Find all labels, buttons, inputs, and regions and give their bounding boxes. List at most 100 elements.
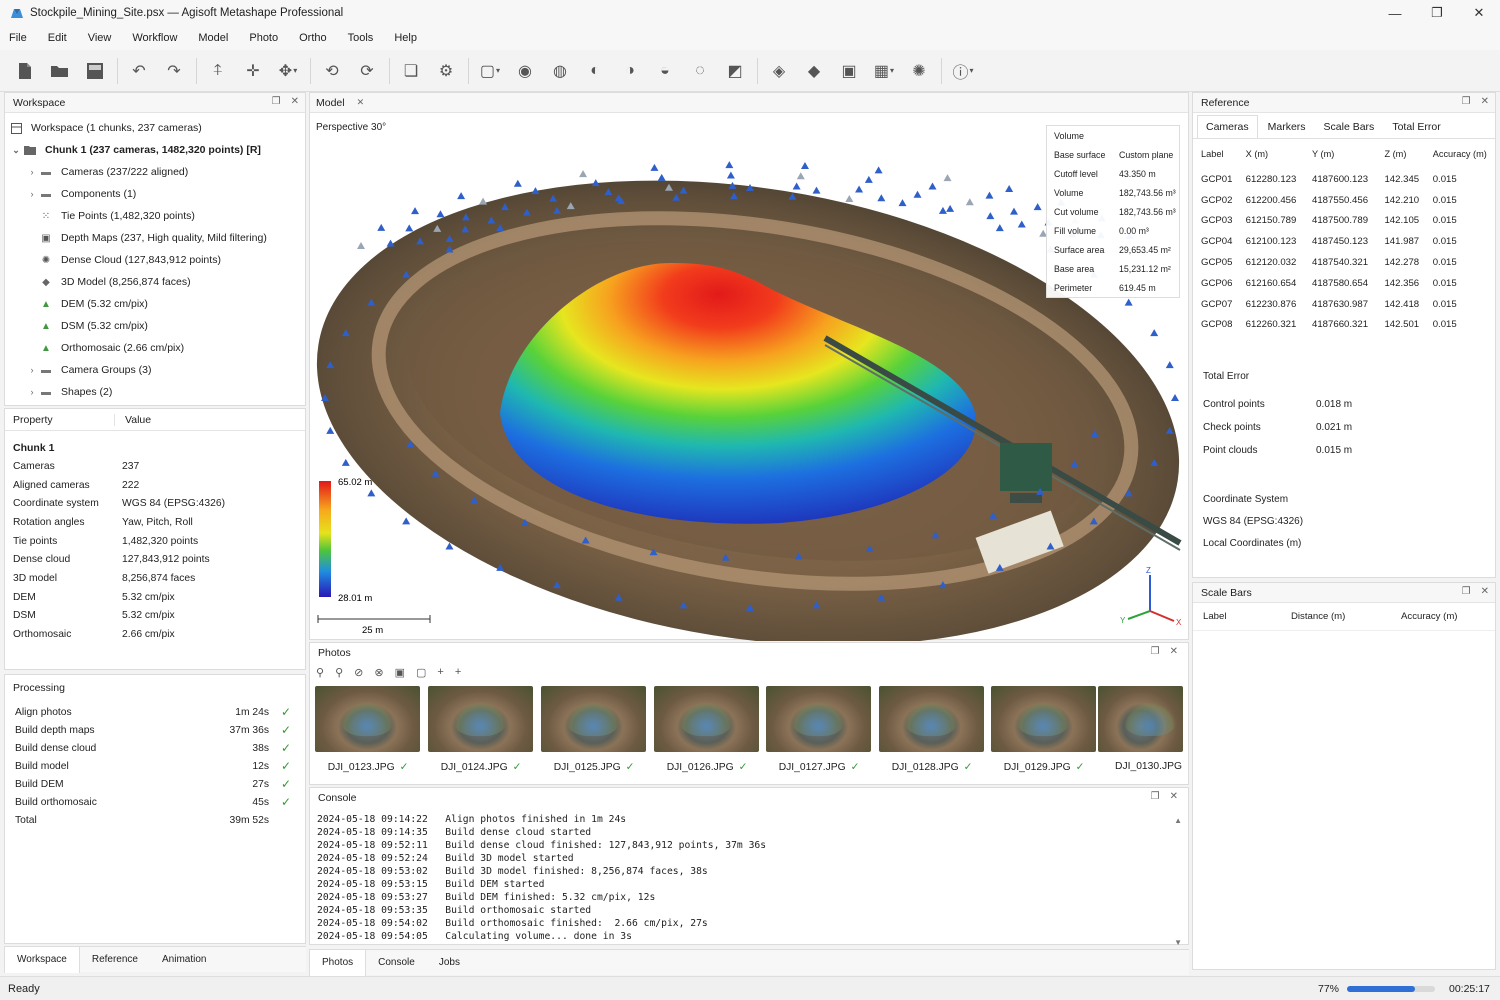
float-panel-icon[interactable]: ❐ [272,96,281,107]
minimize-button[interactable]: — [1374,0,1416,26]
ruler-icon[interactable]: ◩ [722,58,748,84]
tab-console[interactable]: Console [366,957,427,968]
tab-photos[interactable]: Photos [309,949,367,976]
menu-tools[interactable]: Tools [348,32,374,44]
reference-row[interactable]: GCP02 612200.456 4187550.456 142.210 0.015 [1193,190,1495,211]
tree-item[interactable]: ✺ Dense Cloud (127,843,912 points) [5,249,305,271]
tab-cameras[interactable]: Cameras [1197,115,1258,138]
photo-thumbnail[interactable] [879,686,984,752]
close-panel-icon[interactable]: ✕ [1170,791,1178,802]
menu-ortho[interactable]: Ortho [299,32,327,44]
reference-column-header[interactable]: Label [1193,139,1238,169]
workspace-root[interactable]: Workspace (1 chunks, 237 cameras) [5,117,305,139]
solid-model-icon[interactable]: ◑ [617,58,643,84]
close-panel-icon[interactable]: ✕ [1481,96,1489,107]
add-folder-icon[interactable]: + [455,666,461,678]
show-shapes-icon[interactable]: ▣ [836,58,862,84]
menu-help[interactable]: Help [394,32,417,44]
chevron-right-icon[interactable]: › [25,387,39,397]
tab-jobs[interactable]: Jobs [427,957,472,968]
chevron-right-icon[interactable]: › [25,365,39,375]
select-all-icon[interactable]: ▣ [395,666,405,679]
reference-row[interactable]: GCP04 612100.123 4187450.123 141.987 0.015 [1193,231,1495,252]
close-panel-icon[interactable]: ✕ [1481,586,1489,597]
deselect-icon[interactable]: ▢ [416,666,426,679]
info-icon[interactable]: ⓘ [950,58,976,84]
zoom-in-icon[interactable]: ⚲ [316,666,324,679]
zoom-out-icon[interactable]: ⚲ [335,666,343,679]
navigation-icon[interactable]: ⍏ [205,58,231,84]
reference-row[interactable]: GCP03 612150.789 4187500.789 142.105 0.015 [1193,211,1495,232]
close-window-button[interactable]: ✕ [1458,0,1500,26]
save-icon[interactable] [82,58,108,84]
new-project-icon[interactable] [12,58,38,84]
open-folder-icon[interactable] [47,58,73,84]
tree-item[interactable]: › ▬ Camera Groups (3) [5,359,305,381]
tree-item[interactable]: ◆ 3D Model (8,256,874 faces) [5,271,305,293]
tab-model[interactable]: Model [316,97,345,109]
tab-animation[interactable]: Animation [150,954,218,965]
menu-edit[interactable]: Edit [48,32,67,44]
menu-model[interactable]: Model [198,32,228,44]
menu-view[interactable]: View [88,32,112,44]
maximize-button[interactable]: ❐ [1416,0,1458,26]
tree-item[interactable]: › ▬ Components (1) [5,183,305,205]
model-view[interactable]: Model ✕ 65.02 m 28.01 m 25 m Z X Y Persp… [309,92,1189,641]
menu-photo[interactable]: Photo [249,32,278,44]
point-cloud-icon[interactable]: ◉ [512,58,538,84]
photo-thumbnail[interactable] [1098,686,1183,752]
tree-item[interactable]: ▲ DEM (5.32 cm/pix) [5,293,305,315]
region-icon[interactable]: ▦ [871,58,897,84]
close-tab-icon[interactable]: ✕ [357,97,365,108]
reference-row[interactable]: GCP06 612160.654 4187580.654 142.356 0.015 [1193,273,1495,294]
photo-label[interactable]: DJI_0126.JPG ✓ [651,761,763,773]
filter-icon[interactable]: ⊘ [354,666,363,679]
tab-workspace[interactable]: Workspace [4,946,80,973]
add-photo-icon[interactable]: + [437,666,443,678]
tree-item[interactable]: › ▬ Cameras (237/222 aligned) [5,161,305,183]
chevron-down-icon[interactable]: ⌄ [9,145,23,156]
camera-settings-icon[interactable]: ⚙ [433,58,459,84]
reset-view-icon[interactable]: ⟲ [319,58,345,84]
reference-column-header[interactable]: Y (m) [1304,139,1376,169]
photo-label[interactable]: DJI_0129.JPG ✓ [988,761,1100,773]
photo-label[interactable]: DJI_0124.JPG ✓ [425,761,537,773]
close-panel-icon[interactable]: ✕ [1170,646,1178,657]
reference-row[interactable]: GCP05 612120.032 4187540.321 142.278 0.015 [1193,252,1495,273]
reference-row[interactable]: GCP01 612280.123 4187600.123 142.345 0.015 [1193,169,1495,190]
chunk-node[interactable]: ⌄ Chunk 1 (237 cameras, 1482,320 points)… [5,139,305,161]
float-panel-icon[interactable]: ❐ [1462,586,1471,597]
photo-thumbnail[interactable] [315,686,420,752]
scroll-up-icon[interactable]: ▲ [1174,816,1182,825]
reference-row[interactable]: GCP07 612230.876 4187630.987 142.418 0.015 [1193,294,1495,315]
tab-total-error[interactable]: Total Error [1384,116,1448,138]
photo-thumbnail[interactable] [654,686,759,752]
photo-label[interactable]: DJI_0123.JPG ✓ [312,761,424,773]
tree-item[interactable]: ▲ DSM (5.32 cm/pix) [5,315,305,337]
photo-thumbnail[interactable] [541,686,646,752]
selection-rectangle-icon[interactable]: ▢ [477,58,503,84]
close-panel-icon[interactable]: ✕ [291,96,299,107]
float-panel-icon[interactable]: ❐ [1151,646,1160,657]
photo-label[interactable]: DJI_0127.JPG ✓ [763,761,875,773]
reference-column-header[interactable]: Accuracy (m) [1425,139,1495,169]
rotate-object-icon[interactable]: ⟳ [354,58,380,84]
reference-column-header[interactable]: X (m) [1238,139,1304,169]
tab-markers[interactable]: Markers [1260,116,1314,138]
tree-item[interactable]: ⁙ Tie Points (1,482,320 points) [5,205,305,227]
chevron-right-icon[interactable]: › [25,189,39,199]
chevron-right-icon[interactable]: › [25,167,39,177]
redo-icon[interactable]: ↷ [161,58,187,84]
float-panel-icon[interactable]: ❐ [1151,791,1160,802]
tree-item[interactable]: › ▬ Shapes (2) [5,381,305,403]
scroll-down-icon[interactable]: ▼ [1174,938,1182,947]
move-cross-icon[interactable]: ✛ [240,58,266,84]
menu-file[interactable]: File [9,32,27,44]
reset-filter-icon[interactable]: ⊗ [374,666,383,679]
photo-thumbnail[interactable] [428,686,533,752]
photo-label[interactable]: DJI_0125.JPG ✓ [538,761,650,773]
photo-label[interactable]: DJI_0130.JPG [1095,761,1207,772]
dense-cloud-view-icon[interactable]: ◍ [547,58,573,84]
reference-column-header[interactable]: Z (m) [1376,139,1424,169]
tree-item[interactable]: ▣ Depth Maps (237, High quality, Mild fil… [5,227,305,249]
